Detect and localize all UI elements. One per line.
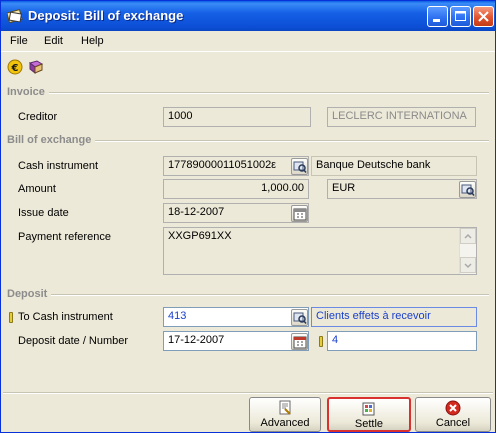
to-cash-instrument-input[interactable]: 413 xyxy=(163,307,309,327)
deposit-date-number-label: Deposit date / Number xyxy=(18,335,129,347)
close-button[interactable] xyxy=(473,6,494,27)
search-icon xyxy=(293,161,307,173)
section-bill-of-exchange: Bill of exchange xyxy=(7,134,96,146)
section-deposit: Deposit xyxy=(7,288,52,300)
minimize-button[interactable] xyxy=(427,6,448,27)
window-title: Deposit: Bill of exchange xyxy=(28,8,184,23)
scroll-up-button[interactable] xyxy=(460,228,476,244)
search-icon xyxy=(461,184,475,196)
deposit-date-calendar-button[interactable] xyxy=(291,333,308,350)
cash-instrument-lookup-button[interactable] xyxy=(291,158,308,175)
maximize-button[interactable] xyxy=(450,6,471,27)
amount-field: 1,000.00 xyxy=(163,179,309,199)
currency-lookup-button[interactable] xyxy=(459,181,476,198)
menu-divider xyxy=(1,51,495,52)
scroll-down-button[interactable] xyxy=(460,257,476,273)
menu-bar: File Edit Help xyxy=(1,31,495,51)
cash-instrument-field: 17789000011051002ε xyxy=(163,156,309,176)
payment-reference-field: XXGP691XX xyxy=(163,227,477,275)
section-divider xyxy=(9,92,489,94)
title-bar[interactable]: Deposit: Bill of exchange xyxy=(1,1,495,31)
creditor-name-field: LECLERC INTERNATIONA xyxy=(327,107,476,127)
calendar-icon xyxy=(293,208,307,221)
deposit-window: Deposit: Bill of exchange File Edit Help… xyxy=(0,0,496,433)
to-cash-instrument-label: To Cash instrument xyxy=(18,311,113,323)
settle-button-label: Settle xyxy=(354,418,384,430)
calendar-icon xyxy=(293,336,307,349)
cancel-button[interactable]: Cancel xyxy=(415,397,491,432)
bank-name-field: Banque Deutsche bank xyxy=(311,156,477,176)
advanced-icon xyxy=(279,400,291,415)
payment-reference-scrollbar[interactable] xyxy=(459,228,476,274)
euro-coin-icon[interactable]: € xyxy=(7,59,23,75)
deposit-date-input[interactable]: 17-12-2007 xyxy=(163,331,309,351)
deposit-slip-icon xyxy=(7,9,23,24)
book-icon[interactable] xyxy=(28,59,44,75)
menu-edit[interactable]: Edit xyxy=(44,35,63,47)
menu-file[interactable]: File xyxy=(10,35,28,47)
cancel-button-label: Cancel xyxy=(435,417,471,429)
creditor-code-field: 1000 xyxy=(163,107,311,127)
required-marker-icon xyxy=(319,336,323,347)
menu-help[interactable]: Help xyxy=(81,35,104,47)
advanced-button-label: Advanced xyxy=(260,417,310,429)
section-invoice: Invoice xyxy=(7,86,49,98)
chevron-up-icon xyxy=(464,233,472,239)
svg-text:€: € xyxy=(11,63,19,74)
currency-field: EUR xyxy=(327,179,477,199)
close-icon xyxy=(478,11,489,22)
search-icon xyxy=(293,312,307,324)
deposit-number-input[interactable]: 4 xyxy=(327,331,477,351)
amount-label: Amount xyxy=(18,183,56,195)
issue-date-field: 18-12-2007 xyxy=(163,203,309,223)
required-marker-icon xyxy=(9,312,13,323)
settle-button[interactable]: Settle xyxy=(327,397,411,432)
cancel-icon xyxy=(445,400,461,416)
section-divider xyxy=(9,294,489,296)
minimize-icon xyxy=(433,19,440,22)
bottom-divider xyxy=(3,392,493,394)
creditor-label: Creditor xyxy=(18,111,58,123)
to-cash-instrument-name: Clients effets à recevoir xyxy=(311,307,477,327)
chevron-down-icon xyxy=(464,263,472,269)
maximize-icon xyxy=(455,11,466,21)
advanced-button[interactable]: Advanced xyxy=(249,397,321,432)
to-cash-instrument-lookup-button[interactable] xyxy=(291,309,308,326)
issue-date-label: Issue date xyxy=(18,207,69,219)
cash-instrument-label: Cash instrument xyxy=(18,160,99,172)
settle-icon xyxy=(362,402,375,416)
payment-reference-label: Payment reference xyxy=(18,231,111,243)
issue-date-calendar-button[interactable] xyxy=(291,205,308,222)
